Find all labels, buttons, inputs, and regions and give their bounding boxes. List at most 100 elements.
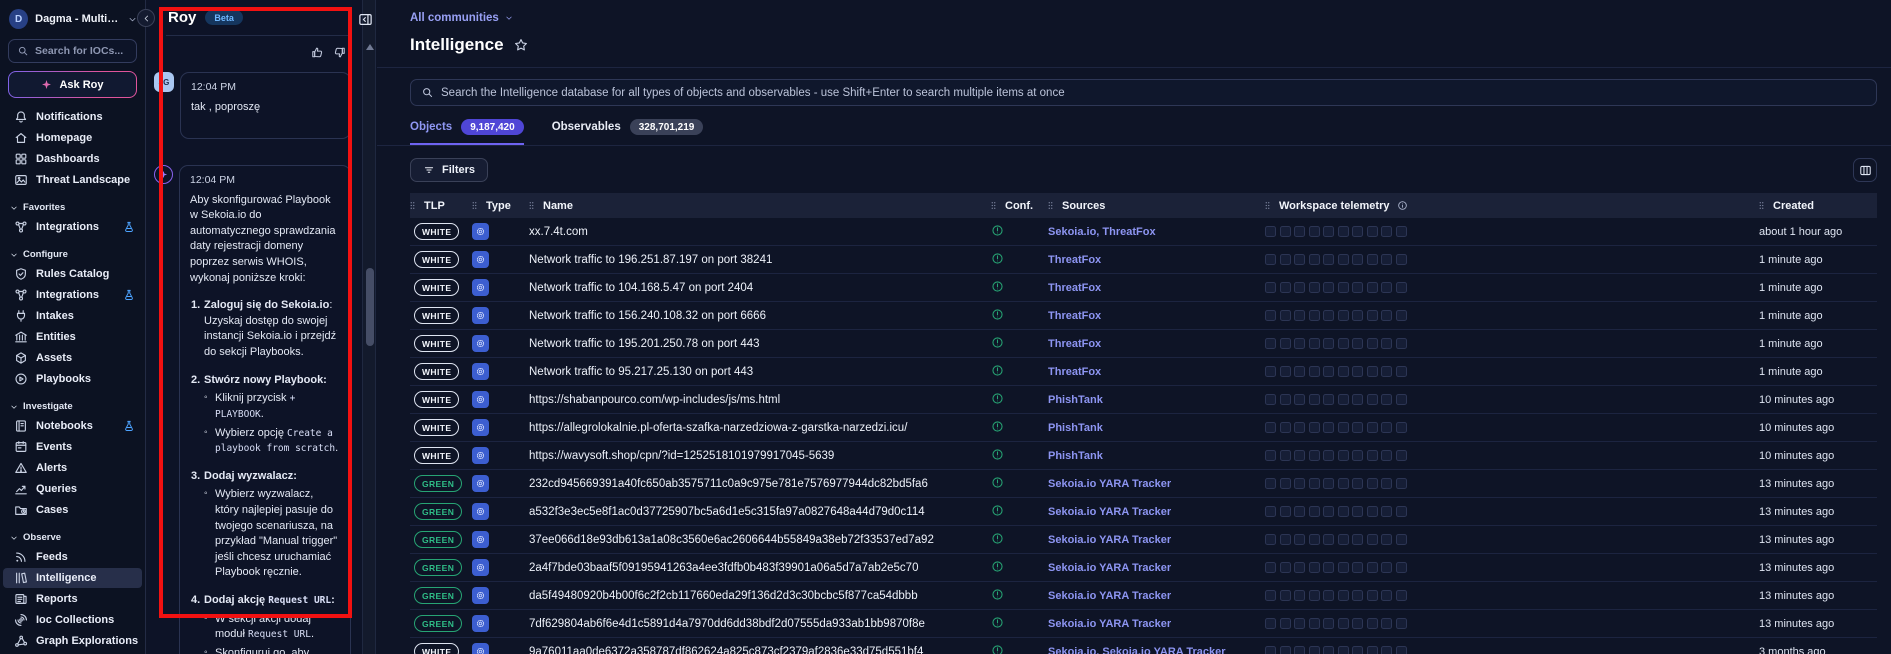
- column-header-name[interactable]: Name: [529, 200, 991, 212]
- thumb-up-icon[interactable]: [311, 46, 324, 59]
- sources-link[interactable]: Sekoia.io, ThreatFox: [1048, 226, 1265, 238]
- sources-link[interactable]: Sekoia.io YARA Tracker: [1048, 478, 1265, 490]
- table-row[interactable]: WHITENetwork traffic to 196.251.87.197 o…: [410, 246, 1877, 274]
- column-header-sources[interactable]: Sources: [1048, 200, 1265, 212]
- sources-link[interactable]: PhishTank: [1048, 394, 1265, 406]
- sources-link[interactable]: ThreatFox: [1048, 282, 1265, 294]
- sidebar-item-homepage[interactable]: Homepage: [3, 128, 142, 148]
- columns-settings-button[interactable]: [1853, 158, 1877, 182]
- sidebar-item-ioc-collections[interactable]: Ioc Collections: [3, 610, 142, 630]
- sources-link[interactable]: PhishTank: [1048, 422, 1265, 434]
- table-row[interactable]: GREENa532f3e3ec5e8f1ac0d37725907bc5a6d1e…: [410, 498, 1877, 526]
- object-name[interactable]: Network traffic to 104.168.5.47 on port …: [529, 282, 991, 294]
- object-name[interactable]: https://wavysoft.shop/cpn/?id=1252518101…: [529, 450, 991, 462]
- scrollbar-thumb[interactable]: [366, 268, 374, 346]
- telemetry-cell: [1338, 338, 1349, 349]
- sidebar-item-intelligence[interactable]: Intelligence: [3, 568, 142, 588]
- sources-link[interactable]: Sekoia.io YARA Tracker: [1048, 618, 1265, 630]
- telemetry-cell: [1352, 618, 1363, 629]
- sidebar-item-graph-explorations[interactable]: Graph Explorations: [3, 631, 142, 651]
- tab-observables[interactable]: Observables328,701,219: [552, 119, 704, 145]
- filters-button[interactable]: Filters: [410, 158, 488, 182]
- table-row[interactable]: WHITENetwork traffic to 95.217.25.130 on…: [410, 358, 1877, 386]
- table-row[interactable]: WHITENetwork traffic to 156.240.108.32 o…: [410, 302, 1877, 330]
- telemetry-cell: [1381, 366, 1392, 377]
- table-row[interactable]: WHITENetwork traffic to 104.168.5.47 on …: [410, 274, 1877, 302]
- object-name[interactable]: a532f3e3ec5e8f1ac0d37725907bc5a6d1e5c315…: [529, 506, 991, 518]
- column-header-type[interactable]: Type: [472, 200, 529, 212]
- sources-link[interactable]: ThreatFox: [1048, 310, 1265, 322]
- sources-link[interactable]: ThreatFox: [1048, 366, 1265, 378]
- sidebar-item-threat-landscape[interactable]: Threat Landscape: [3, 170, 142, 190]
- sources-link[interactable]: Sekoia.io YARA Tracker: [1048, 534, 1265, 546]
- feeds-icon: [14, 550, 28, 564]
- star-icon[interactable]: [514, 38, 528, 52]
- sidebar-section-favorites[interactable]: Favorites: [0, 191, 145, 216]
- table-row[interactable]: GREEN37ee066d18e93db613a1a08c3560e6ac260…: [410, 526, 1877, 554]
- object-name[interactable]: Network traffic to 95.217.25.130 on port…: [529, 366, 991, 378]
- column-header-conf[interactable]: Conf.: [991, 200, 1048, 212]
- workspace-switcher[interactable]: D Dagma - Multi T...: [0, 0, 145, 29]
- tab-objects[interactable]: Objects9,187,420: [410, 119, 524, 145]
- sidebar-item-entities[interactable]: Entities: [3, 327, 142, 347]
- sidebar-item-events[interactable]: Events: [3, 437, 142, 457]
- search-iocs-input[interactable]: Search for IOCs...: [8, 39, 137, 63]
- sidebar-item-rules-catalog[interactable]: Rules Catalog: [3, 264, 142, 284]
- column-header-created[interactable]: Created: [1759, 200, 1877, 212]
- sidebar-item-integrations[interactable]: Integrations: [3, 285, 142, 305]
- sidebar-item-dashboards[interactable]: Dashboards: [3, 149, 142, 169]
- sidebar-item-playbooks[interactable]: Playbooks: [3, 369, 142, 389]
- sidebar-item-cases[interactable]: Cases: [3, 500, 142, 520]
- object-name[interactable]: https://allegrolokalnie.pl-oferta-szafka…: [529, 422, 991, 434]
- chat-collapse-button[interactable]: [358, 12, 373, 27]
- column-header-workspace-telemetry[interactable]: Workspace telemetry: [1265, 200, 1759, 212]
- sidebar-item-notebooks[interactable]: Notebooks: [3, 416, 142, 436]
- table-row[interactable]: GREEN232cd945669391a40fc650ab3575711c0a9…: [410, 470, 1877, 498]
- table-row[interactable]: WHITEhttps://wavysoft.shop/cpn/?id=12525…: [410, 442, 1877, 470]
- object-name[interactable]: Network traffic to 196.251.87.197 on por…: [529, 254, 991, 266]
- table-row[interactable]: GREEN2a4f7bde03baaf5f09195941263a4ee3fdf…: [410, 554, 1877, 582]
- object-name[interactable]: 2a4f7bde03baaf5f09195941263a4ee3fdfb0b48…: [529, 562, 991, 574]
- table-row[interactable]: GREENda5f49480920b4b00f6c2f2cb117660eda2…: [410, 582, 1877, 610]
- column-header-tlp[interactable]: TLP: [410, 200, 472, 212]
- sources-link[interactable]: ThreatFox: [1048, 254, 1265, 266]
- sources-link[interactable]: PhishTank: [1048, 450, 1265, 462]
- sidebar-item-reports[interactable]: Reports: [3, 589, 142, 609]
- sidebar-item-queries[interactable]: Queries: [3, 479, 142, 499]
- ask-roy-button[interactable]: Ask Roy: [8, 71, 137, 98]
- table-row[interactable]: WHITEhttps://allegrolokalnie.pl-oferta-s…: [410, 414, 1877, 442]
- table-row[interactable]: GREEN7df629804ab6f6e4d1c5891d4a7970dd6dd…: [410, 610, 1877, 638]
- sources-link[interactable]: ThreatFox: [1048, 338, 1265, 350]
- sidebar-item-assets[interactable]: Assets: [3, 348, 142, 368]
- sources-link[interactable]: Sekoia.io YARA Tracker: [1048, 506, 1265, 518]
- object-name[interactable]: 7df629804ab6f6e4d1c5891d4a7970dd6dd38bdf…: [529, 618, 991, 630]
- sources-link[interactable]: Sekoia.io, Sekoia.io YARA Tracker: [1048, 646, 1265, 654]
- scrollbar-up-arrow[interactable]: [366, 44, 374, 50]
- object-name[interactable]: da5f49480920b4b00f6c2f2cb117660eda29f136…: [529, 590, 991, 602]
- object-name[interactable]: xx.7.4t.com: [529, 226, 991, 238]
- object-name[interactable]: 37ee066d18e93db613a1a08c3560e6ac2606644b…: [529, 534, 991, 546]
- table-row[interactable]: WHITEhttps://shabanpourco.com/wp-include…: [410, 386, 1877, 414]
- object-name[interactable]: 232cd945669391a40fc650ab3575711c0a9c975e…: [529, 478, 991, 490]
- sidebar-section-observe[interactable]: Observe: [0, 521, 145, 546]
- object-name[interactable]: Network traffic to 195.201.250.78 on por…: [529, 338, 991, 350]
- sidebar-section-configure[interactable]: Configure: [0, 238, 145, 263]
- object-name[interactable]: Network traffic to 156.240.108.32 on por…: [529, 310, 991, 322]
- intelligence-search-input[interactable]: Search the Intelligence database for all…: [410, 79, 1877, 106]
- communities-selector[interactable]: All communities: [410, 12, 513, 24]
- sidebar-item-alerts[interactable]: Alerts: [3, 458, 142, 478]
- table-row[interactable]: WHITE9a76011aa0de6372a358787df862624a825…: [410, 638, 1877, 654]
- sources-link[interactable]: Sekoia.io YARA Tracker: [1048, 590, 1265, 602]
- thumb-down-icon[interactable]: [333, 46, 346, 59]
- sidebar-item-notifications[interactable]: Notifications: [3, 107, 142, 127]
- object-name[interactable]: 9a76011aa0de6372a358787df862624a825c873c…: [529, 646, 991, 654]
- table-row[interactable]: WHITENetwork traffic to 195.201.250.78 o…: [410, 330, 1877, 358]
- table-row[interactable]: WHITExx.7.4t.comSekoia.io, ThreatFoxabou…: [410, 218, 1877, 246]
- object-name[interactable]: https://shabanpourco.com/wp-includes/js/…: [529, 394, 991, 406]
- sidebar-collapse-button[interactable]: [137, 9, 155, 27]
- sidebar-item-intakes[interactable]: Intakes: [3, 306, 142, 326]
- sources-link[interactable]: Sekoia.io YARA Tracker: [1048, 562, 1265, 574]
- sidebar-item-feeds[interactable]: Feeds: [3, 547, 142, 567]
- sidebar-item-integrations[interactable]: Integrations: [3, 217, 142, 237]
- sidebar-section-investigate[interactable]: Investigate: [0, 390, 145, 415]
